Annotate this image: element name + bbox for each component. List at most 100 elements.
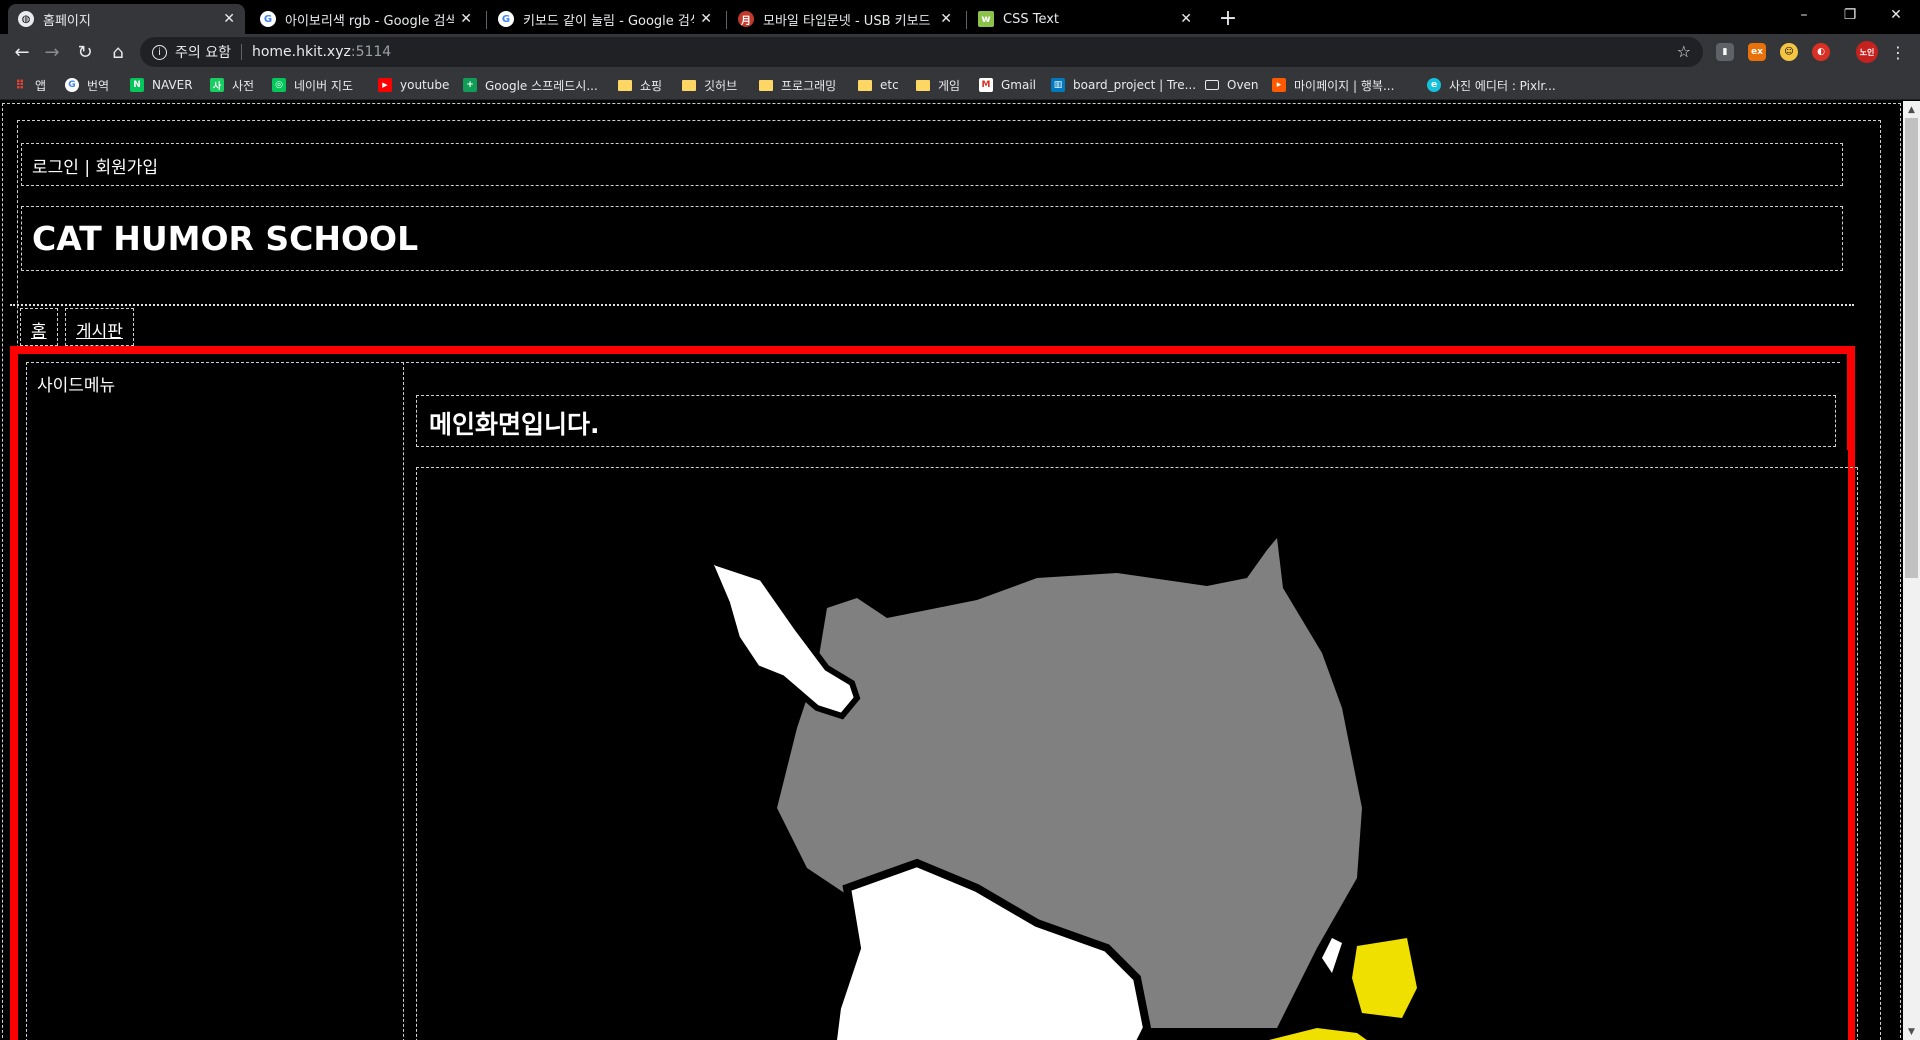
bookmark-folder-github[interactable]: 깃허브 <box>682 75 737 95</box>
bookmark-folder-shopping[interactable]: 쇼핑 <box>618 75 662 95</box>
dictionary-icon: 사 <box>210 78 224 92</box>
gmail-icon: M <box>979 78 993 92</box>
scrollbar-thumb[interactable] <box>1905 118 1918 578</box>
reload-icon[interactable]: ↻ <box>71 38 99 66</box>
naver-icon: N <box>130 78 144 92</box>
home-icon[interactable]: ⌂ <box>104 38 132 66</box>
bookmark-folder-etc[interactable]: etc <box>858 75 899 95</box>
login-link[interactable]: 로그인 <box>32 158 79 178</box>
info-icon[interactable]: i <box>152 44 167 60</box>
tab-close-icon[interactable]: ✕ <box>223 11 235 27</box>
bookmark-label: Gmail <box>1001 78 1037 92</box>
yellow-shape <box>1352 938 1417 1018</box>
tab-title: 홈페이지 <box>43 13 91 29</box>
bookmark-oven[interactable]: Oven <box>1205 75 1259 95</box>
cat-whisker-shape <box>1322 938 1342 973</box>
auth-links: 로그인 | 회원가입 <box>21 143 1843 186</box>
typemoon-icon: 月 <box>738 11 754 27</box>
scroll-up-icon[interactable]: ▲ <box>1903 101 1920 118</box>
bookmark-label: youtube <box>400 78 450 92</box>
ext-1-icon[interactable]: ▮ <box>1716 43 1734 61</box>
bookmark-label: board_project | Tre... <box>1073 78 1197 92</box>
new-tab-button[interactable]: + <box>1214 4 1242 32</box>
page-scrollbar[interactable]: ▲ ▼ <box>1903 101 1920 1040</box>
bookmark-translate[interactable]: G 번역 <box>65 75 109 95</box>
bookmark-label: 사전 <box>232 78 255 93</box>
tab-close-icon[interactable]: ✕ <box>940 11 952 27</box>
bookmark-label: 사진 에디터 : Pixlr... <box>1449 78 1556 93</box>
bookmark-folder-games[interactable]: 게임 <box>916 75 960 95</box>
bookmark-label: Google 스프레드시... <box>485 78 598 93</box>
tab-title: CSS Text <box>1003 11 1060 27</box>
scroll-down-icon[interactable]: ▼ <box>1903 1023 1920 1040</box>
nav-board[interactable]: 게시판 <box>65 308 134 346</box>
bookmark-pixlr[interactable]: e 사진 에디터 : Pixlr... <box>1427 75 1556 95</box>
sheets-icon: + <box>463 78 477 92</box>
bookmark-star-icon[interactable]: ☆ <box>1677 42 1691 61</box>
minimize-button[interactable]: – <box>1781 0 1827 30</box>
bookmark-naver[interactable]: N NAVER <box>130 75 193 95</box>
security-status: 주의 요함 <box>175 45 231 61</box>
google-icon: G <box>498 11 514 27</box>
tab-close-icon[interactable]: ✕ <box>460 11 472 27</box>
tab-separator <box>726 11 727 29</box>
bookmark-dictionary[interactable]: 사 사전 <box>210 75 254 95</box>
oven-icon <box>1205 80 1219 90</box>
pixlr-icon: e <box>1427 78 1441 92</box>
tab-homepage[interactable]: ◍ 홈페이지 ✕ <box>8 4 245 34</box>
cat-illustration <box>700 538 1417 1040</box>
bookmark-label: 앱 <box>35 78 47 93</box>
ext-3-icon[interactable]: ☺ <box>1780 43 1798 61</box>
folder-icon <box>858 79 872 91</box>
sidebar: 사이드메뉴 <box>26 362 404 1040</box>
ext-2-icon[interactable]: ex <box>1748 43 1766 61</box>
bookmark-youtube[interactable]: ▶ youtube <box>378 75 449 95</box>
tab-separator <box>966 11 967 29</box>
tab-close-icon[interactable]: ✕ <box>1180 11 1192 27</box>
page-viewport: 로그인 | 회원가입 CAT HUMOR SCHOOL 홈 게시판 사이드메뉴 … <box>0 101 1903 1040</box>
bookmark-apps[interactable]: ⠿ 앱 <box>13 75 46 95</box>
apps-grid-icon: ⠿ <box>15 78 25 92</box>
profile-avatar[interactable]: 노인 <box>1856 41 1878 63</box>
ext-4-icon[interactable]: ◐ <box>1812 43 1830 61</box>
bookmark-trello[interactable]: ▥ board_project | Tre... <box>1051 75 1196 95</box>
main-nav: 홈 게시판 <box>10 304 1854 346</box>
bookmark-label: Oven <box>1227 78 1259 92</box>
forward-icon[interactable]: → <box>38 38 66 66</box>
map-icon: ◎ <box>272 78 286 92</box>
google-icon: G <box>260 11 276 27</box>
bookmark-folder-programming[interactable]: 프로그래밍 <box>759 75 836 95</box>
bookmarks-bar: ⠿ 앱 G 번역 N NAVER 사 사전 ◎ 네이버 지도 ▶ youtube + Goog… <box>0 70 1920 100</box>
address-bar[interactable]: i 주의 요함 home.hkit.xyz:5114 ☆ <box>140 37 1703 67</box>
menu-kebab-icon[interactable]: ⋮ <box>1884 38 1912 66</box>
signup-link[interactable]: 회원가입 <box>95 158 158 178</box>
nav-home[interactable]: 홈 <box>20 308 58 346</box>
tab-title: 모바일 타입문넷 - USB 키보드 <box>763 13 931 29</box>
bookmark-label: 깃허브 <box>704 78 738 93</box>
close-window-button[interactable]: ✕ <box>1873 0 1919 30</box>
back-icon[interactable]: ← <box>8 38 36 66</box>
bookmark-label: 쇼핑 <box>640 78 663 93</box>
bookmark-label: 게임 <box>938 78 961 93</box>
w3schools-icon: w <box>978 11 994 27</box>
tab-google-search-keyboard[interactable]: G 키보드 같이 눌림 - Google 검색 ✕ <box>488 4 722 34</box>
url-port: :5114 <box>350 44 392 60</box>
bookmark-google-sheets[interactable]: + Google 스프레드시... <box>463 75 598 95</box>
bookmark-naver-map[interactable]: ◎ 네이버 지도 <box>272 75 353 95</box>
url-host: home.hkit.xyz <box>251 44 351 60</box>
tab-typemoon[interactable]: 月 모바일 타입문넷 - USB 키보드 ✕ <box>728 4 962 34</box>
tab-close-icon[interactable]: ✕ <box>700 11 712 27</box>
tab-css-text[interactable]: w CSS Text ✕ <box>968 4 1202 34</box>
happy-icon: ▸ <box>1272 78 1286 92</box>
bookmark-gmail[interactable]: M Gmail <box>979 75 1036 95</box>
main-content: 메인화면입니다. <box>406 362 1858 1040</box>
bookmark-label: etc <box>880 78 899 92</box>
folder-icon <box>618 79 632 91</box>
bookmark-mypage[interactable]: ▸ 마이페이지 | 행복... <box>1272 75 1394 95</box>
tab-google-search-ivory[interactable]: G 아이보리색 rgb - Google 검색 ✕ <box>250 4 482 34</box>
site-title: CAT HUMOR SCHOOL <box>21 206 1843 271</box>
browser-toolbar: ← → ↻ ⌂ i 주의 요함 home.hkit.xyz:5114 ☆ ▮ e… <box>0 34 1920 70</box>
folder-icon <box>682 79 696 91</box>
youtube-icon: ▶ <box>378 78 392 92</box>
restore-button[interactable]: ❐ <box>1827 0 1873 30</box>
